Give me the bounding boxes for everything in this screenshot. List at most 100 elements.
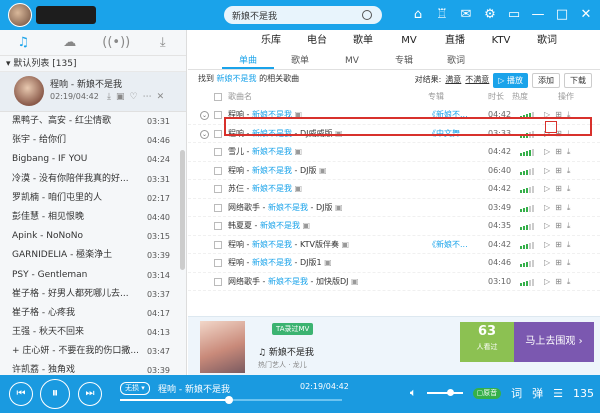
prev-icon[interactable]: ⏮ (9, 382, 33, 406)
maximize-icon[interactable]: □ (554, 7, 570, 23)
result-tab[interactable]: 歌词 (430, 52, 482, 69)
tab-music-icon[interactable]: ♫ (0, 30, 47, 55)
table-row[interactable]: 程响 - 新娘不是我 - DJ版 ▣ 06:40 ▷ ⊞ ⤓ (188, 162, 600, 181)
result-tab[interactable]: 歌单 (274, 52, 326, 69)
add-icon[interactable]: ⊞ (555, 236, 562, 255)
watch-now-button[interactable]: 马上去围观 › (514, 322, 594, 362)
table-row[interactable]: 苏仨 - 新娘不是我 ▣ 04:42 ▷ ⊞ ⤓ (188, 180, 600, 199)
row-checkbox[interactable] (214, 111, 222, 119)
download-icon[interactable]: ⤓ (567, 162, 571, 181)
song-name[interactable]: 雪儿 - 新娘不是我 ▣ (228, 143, 302, 162)
song-album[interactable]: 《新娘不... (428, 236, 468, 255)
next-icon[interactable]: ⏭ (78, 382, 102, 406)
share-icon[interactable]: ⋯ (143, 92, 152, 102)
mv-icon[interactable]: ▣ (319, 166, 327, 175)
mini-mode-icon[interactable]: ▭ (506, 7, 522, 23)
feedback-unsatisfied[interactable]: 不满意 (465, 71, 489, 89)
close-icon[interactable]: ✕ (578, 7, 594, 23)
download-icon[interactable]: ⤓ (567, 236, 571, 255)
current-track[interactable]: 程响 - 新娘不是我 02:19/04:42 ⤓ ▣ ♡ ⋯ ✕ (0, 72, 186, 112)
download-icon[interactable]: ⤓ (567, 217, 571, 236)
promo-image[interactable] (200, 321, 245, 373)
add-icon[interactable]: ⊞ (555, 180, 562, 199)
nav-item[interactable]: MV (386, 30, 432, 52)
progress-bar[interactable] (120, 396, 342, 404)
play-icon[interactable]: ▷ (544, 162, 550, 181)
row-checkbox[interactable] (214, 148, 222, 156)
search-icon[interactable] (362, 10, 372, 20)
quality-select[interactable]: 无损 ▾ (120, 382, 150, 395)
table-row[interactable]: 网络歌手 - 新娘不是我 - DJ版 ▣ 03:49 ▷ ⊞ ⤓ (188, 199, 600, 218)
search-box[interactable] (224, 6, 382, 24)
download-icon[interactable]: ⤓ (567, 273, 571, 292)
playlist-item[interactable]: Bigbang - IF YOU 04:24 (0, 150, 186, 169)
nav-item[interactable]: 乐库 (248, 30, 294, 52)
expand-icon[interactable]: ⌄ (200, 111, 209, 120)
danmu-button[interactable]: 弹 (532, 385, 543, 401)
mv-icon[interactable]: ▣ (335, 203, 343, 212)
expand-icon[interactable]: ⌄ (200, 129, 209, 139)
add-icon[interactable]: ⊞ (555, 273, 562, 292)
play-icon[interactable]: ▷ (544, 143, 550, 162)
table-row[interactable]: 网络歌手 - 新娘不是我 - 加快版DJ ▣ 03:10 ▷ ⊞ ⤓ (188, 273, 600, 292)
download-icon[interactable]: ⤓ (107, 92, 111, 102)
add-icon[interactable]: ⊞ (555, 217, 562, 236)
song-name[interactable]: 程响 - 新娘不是我 - DJ版1 ▣ (228, 254, 332, 273)
nav-item[interactable]: 歌单 (340, 30, 386, 52)
table-row[interactable]: 程响 - 新娘不是我 - DJ版1 ▣ 04:46 ▷ ⊞ ⤓ (188, 254, 600, 273)
song-name[interactable]: 网络歌手 - 新娘不是我 - DJ版 ▣ (228, 199, 343, 218)
row-checkbox[interactable] (214, 277, 222, 286)
playlist-item[interactable]: 罗凯楠 - 咱们屯里的人 02:17 (0, 189, 186, 208)
result-tab[interactable]: 单曲 (222, 52, 274, 69)
play-icon[interactable]: ▷ (544, 217, 550, 236)
progress-handle[interactable] (224, 396, 233, 404)
download-icon[interactable]: ⤓ (567, 254, 571, 273)
nav-item[interactable]: 歌词 (524, 30, 570, 52)
play-icon[interactable]: ▷ (544, 254, 550, 273)
download-icon[interactable]: ⤓ (567, 199, 571, 218)
add-button[interactable]: 添加 (532, 72, 560, 88)
result-tab[interactable]: 专辑 (378, 52, 430, 69)
row-checkbox[interactable] (214, 240, 222, 249)
play-all-button[interactable]: ▷ 播放 (493, 72, 528, 88)
select-all-checkbox[interactable] (214, 93, 222, 101)
mail-icon[interactable]: ✉ (458, 7, 474, 23)
song-name[interactable]: 网络歌手 - 新娘不是我 - 加快版DJ ▣ (228, 273, 359, 292)
table-row[interactable]: 雪儿 - 新娘不是我 ▣ 04:42 ▷ ⊞ ⤓ (188, 143, 600, 162)
nav-item[interactable]: KTV (478, 30, 524, 52)
user-avatar[interactable] (8, 3, 32, 27)
row-checkbox[interactable] (214, 259, 222, 267)
playlist-item[interactable]: 彭佳慧 - 相见恨晚 04:40 (0, 208, 186, 227)
lyric-button[interactable]: 词 (511, 385, 522, 401)
playlist-item[interactable]: 崔子格 - 心疼我 04:17 (0, 304, 186, 323)
playlist-header[interactable]: ▾ 默认列表 [135] (0, 56, 186, 72)
add-icon[interactable]: ⊞ (555, 254, 562, 273)
song-name[interactable]: 苏仨 - 新娘不是我 ▣ (228, 180, 302, 199)
download-icon[interactable]: ⤓ (567, 143, 571, 162)
playlist-item[interactable]: + 庄心妍 - 不要在我的伤口撒... 03:47 (0, 342, 186, 361)
playlist-item[interactable]: 王强 - 秋天不回来 04:13 (0, 323, 186, 342)
download-button[interactable]: 下载 (564, 72, 592, 88)
speaker-icon[interactable]: 🔈︎ (410, 386, 417, 400)
add-icon[interactable]: ⊞ (555, 199, 562, 218)
row-checkbox[interactable] (214, 222, 222, 230)
row-checkbox[interactable] (214, 185, 222, 193)
pause-icon[interactable]: ⏸ (40, 379, 70, 409)
play-icon[interactable]: ▷ (544, 236, 550, 255)
list-icon[interactable]: ☰ (553, 387, 563, 400)
playlist-item[interactable]: 张宇 - 给你们 04:46 (0, 131, 186, 150)
tab-radio-icon[interactable]: ((•)) (93, 30, 140, 55)
song-name[interactable]: 韩夏夏 - 新娘不是我 ▣ (228, 217, 310, 236)
play-icon[interactable]: ▷ (544, 180, 550, 199)
playlist-item[interactable]: Apink - NoNoNo 03:15 (0, 227, 186, 246)
mv-icon[interactable]: ▣ (303, 221, 311, 230)
mv-icon[interactable]: ▣ (324, 258, 332, 267)
shirt-icon[interactable]: ♖ (434, 7, 450, 23)
volume-slider[interactable] (426, 389, 463, 396)
row-checkbox[interactable] (214, 129, 222, 138)
favorite-icon[interactable]: ♡ (130, 92, 138, 102)
tab-cloud-icon[interactable]: ☁ (47, 30, 94, 55)
playlist-scrollbar[interactable] (180, 150, 185, 270)
mv-icon[interactable]: ▣ (351, 277, 359, 286)
play-icon[interactable]: ▷ (544, 273, 550, 292)
